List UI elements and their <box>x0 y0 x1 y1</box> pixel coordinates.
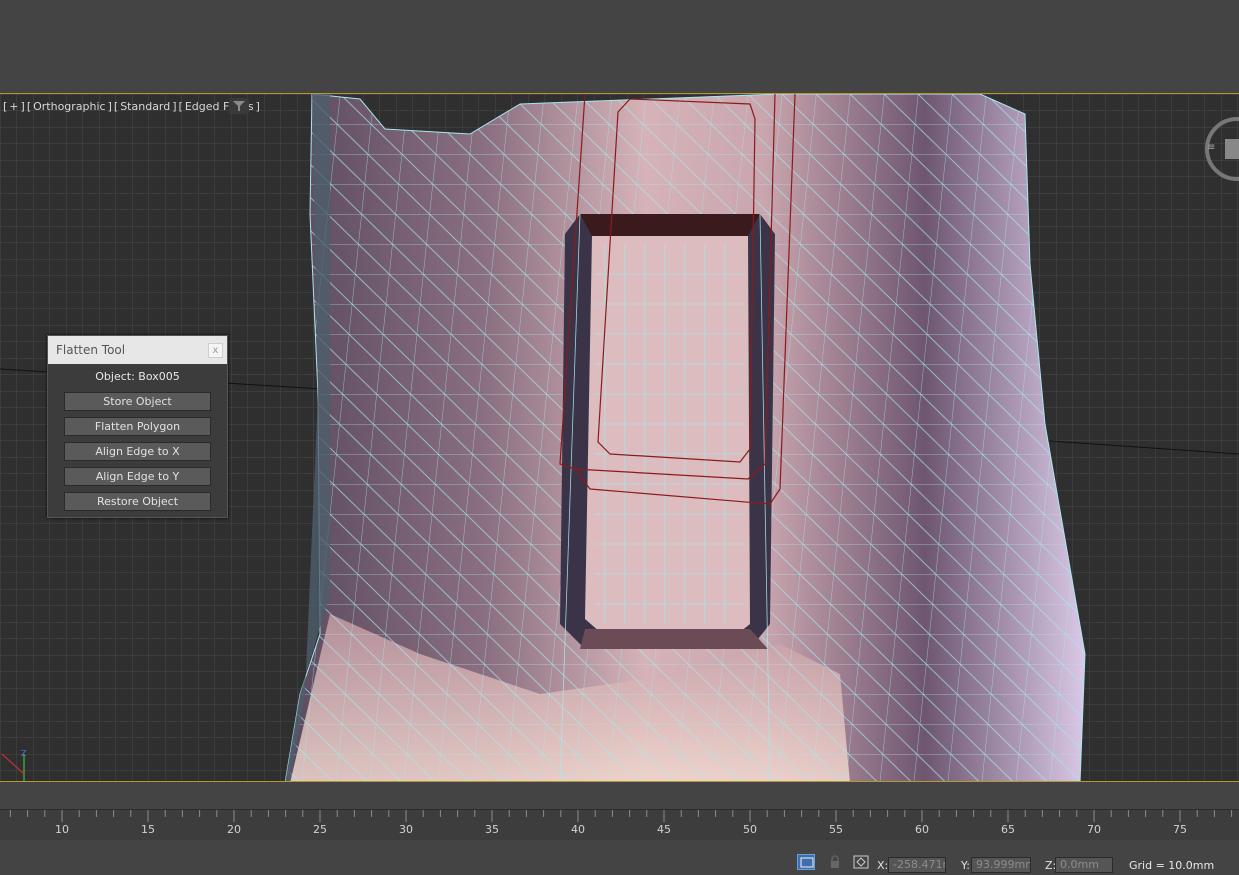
x-coordinate-field[interactable]: -258.471mm <box>888 857 946 873</box>
mesh-pocket-bottom-rim <box>580 629 768 649</box>
y-coordinate-field[interactable]: 93.999mm <box>971 857 1031 873</box>
flatten-tool-title: Flatten Tool <box>56 343 126 357</box>
svg-text:≡: ≡ <box>1207 142 1215 153</box>
timeline-tick-label: 30 <box>399 823 413 836</box>
viewport-view-menu[interactable]: Orthographic <box>32 100 107 113</box>
restore-object-button[interactable]: Restore Object <box>64 492 211 511</box>
timeline-tick-label: 25 <box>313 823 327 836</box>
flatten-polygon-button[interactable]: Flatten Polygon <box>64 417 211 436</box>
timeline-tick-label: 55 <box>829 823 843 836</box>
timeline-tick-label: 50 <box>743 823 757 836</box>
timeline-tick-label: 40 <box>571 823 585 836</box>
svg-text:Z: Z <box>21 749 27 758</box>
selection-mode-icon[interactable] <box>797 854 815 870</box>
close-button[interactable]: x <box>208 343 223 358</box>
timeline-tick-label: 70 <box>1087 823 1101 836</box>
align-edge-x-button[interactable]: Align Edge to X <box>64 442 211 461</box>
align-edge-y-button[interactable]: Align Edge to Y <box>64 467 211 486</box>
viewport-shading-menu[interactable]: Standard <box>119 100 171 113</box>
viewport-label-bracket: ] <box>255 100 260 113</box>
object-name-label: Object: Box005 <box>95 370 180 383</box>
timeline-tick-label: 20 <box>227 823 241 836</box>
timeline-ticks <box>9 810 1233 822</box>
timeline-tick-label: 60 <box>915 823 929 836</box>
lock-icon[interactable] <box>826 854 844 870</box>
timeline-tick-label: 15 <box>141 823 155 836</box>
timeline-tick-label: 10 <box>55 823 69 836</box>
flatten-tool-titlebar[interactable]: Flatten Tool x <box>48 336 227 364</box>
timeline-tick-label: 65 <box>1001 823 1015 836</box>
mesh-pocket-top-rim <box>580 214 760 236</box>
transform-type-in-icon[interactable] <box>852 854 870 870</box>
store-object-button[interactable]: Store Object <box>64 392 211 411</box>
track-bar-area <box>0 783 1239 809</box>
viewport-plus-menu[interactable]: + <box>8 100 19 113</box>
grid-size-readout: Grid = 10.0mm <box>1129 859 1215 872</box>
flatten-tool-panel[interactable]: Flatten Tool x Object: Box005 Store Obje… <box>47 335 228 518</box>
z-coordinate-field[interactable]: 0.0mm <box>1055 857 1113 873</box>
timeline-tick-label: 35 <box>485 823 499 836</box>
viewport-label[interactable]: [ + ] [ Orthographic ] [ Standard ] [ Ed… <box>2 100 261 113</box>
x-coordinate-label: X: <box>877 859 889 872</box>
y-coordinate-label: Y: <box>961 859 970 872</box>
viewport-filter-icon[interactable] <box>229 98 249 114</box>
top-toolbar-area <box>0 0 1239 93</box>
axis-gizmo-icon: Z <box>1 749 27 781</box>
viewcube-icon[interactable]: ≡ <box>1205 114 1239 184</box>
timeline-ruler[interactable]: 10 15 20 25 30 35 40 45 50 55 60 65 70 7… <box>0 809 1239 841</box>
timeline-tick-label: 75 <box>1173 823 1187 836</box>
status-bar: X: -258.471mm Y: 93.999mm Z: 0.0mm Grid … <box>0 840 1239 873</box>
timeline-tick-label: 45 <box>657 823 671 836</box>
